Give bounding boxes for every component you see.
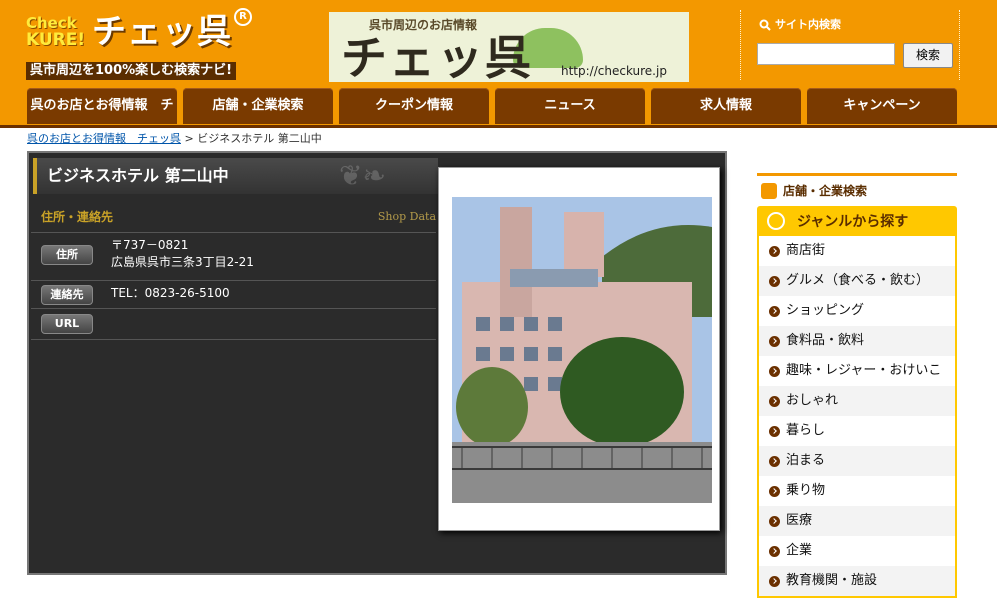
genre-item-label: おしゃれ: [786, 393, 839, 408]
phone-number[interactable]: TEL：0823-26-5100: [111, 286, 230, 301]
genre-item-label: 商店街: [786, 243, 826, 258]
genre-item-label: 乗り物: [786, 483, 826, 498]
banner-subtitle: 呉市周辺のお店情報: [369, 18, 478, 32]
contact-label: 連絡先: [41, 285, 93, 305]
sidebar-heading-text: 店舗・企業検索: [783, 184, 868, 198]
chevron-right-icon: [769, 575, 780, 587]
nav-tab-home[interactable]: 呉のお店とお得情報 チェッ呉: [27, 88, 177, 124]
postal-code: 〒737－0821: [111, 238, 189, 252]
breadcrumb-separator: >: [184, 132, 194, 145]
header-banner[interactable]: 呉市周辺のお店情報 チェッ呉 http://checkure.jp: [329, 12, 689, 82]
chevron-right-icon: [769, 395, 780, 407]
chevron-right-icon: [769, 545, 780, 557]
genre-list-box: ジャンルから探す 商店街グルメ（食べる・飲む） ショッピング 食料品・飲料趣味・レジ…: [757, 206, 957, 598]
sidebar-heading: 店舗・企業検索: [757, 176, 957, 206]
nav-tab-news[interactable]: ニュース: [495, 88, 645, 124]
genre-item-label: 食料品・飲料: [786, 333, 865, 348]
chevron-right-icon: [769, 515, 780, 527]
genre-item-label: 医療: [786, 513, 813, 528]
breadcrumb-current: ビジネスホテル 第二山中: [197, 132, 322, 145]
nav-tab-shop-search[interactable]: 店舗・企業検索: [183, 88, 333, 124]
search-icon: [759, 19, 771, 31]
genre-item[interactable]: 商店街: [759, 236, 955, 266]
breadcrumb: 呉のお店とお得情報 チェッ呉 > ビジネスホテル 第二山中: [27, 132, 322, 146]
contact-section-heading: 住所・連絡先 Shop Data: [41, 209, 436, 225]
search-label: サイト内検索: [759, 18, 841, 32]
logo-check-text: Check: [26, 14, 77, 32]
search-label-text: サイト内検索: [775, 18, 841, 31]
address-label: 住所: [41, 245, 93, 265]
nav-tab-jobs[interactable]: 求人情報: [651, 88, 801, 124]
site-logo[interactable]: Check KURE! チェッ呉 R 呉市周辺を100%楽しむ検索ナビ!: [26, 8, 252, 82]
chevron-right-icon: [769, 305, 780, 317]
genre-item-label: 泊まる: [786, 453, 826, 468]
floral-ornament-icon: ❦❧: [339, 159, 386, 192]
genre-item-label: 趣味・レジャー・おけいこ: [786, 363, 942, 378]
contact-section-title: 住所・連絡先: [41, 210, 114, 224]
shop-photo-frame: [438, 167, 720, 531]
nav-tab-coupon[interactable]: クーポン情報: [339, 88, 489, 124]
chevron-right-icon: [769, 425, 780, 437]
genre-item-label: 教育機関・施設: [786, 573, 878, 588]
genre-item[interactable]: 趣味・レジャー・おけいこ: [759, 356, 955, 386]
chevron-right-icon: [769, 245, 780, 257]
genre-list: 商店街グルメ（食べる・飲む） ショッピング 食料品・飲料趣味・レジャー・おけいこ おし…: [759, 236, 955, 596]
site-header: Check KURE! チェッ呉 R 呉市周辺を100%楽しむ検索ナビ! 呉市周…: [0, 0, 997, 88]
genre-item[interactable]: 医療: [759, 506, 955, 536]
genre-item[interactable]: グルメ（食べる・飲む）: [759, 266, 955, 296]
site-search: サイト内検索 検索: [740, 10, 960, 80]
search-button[interactable]: 検索: [903, 43, 953, 68]
genre-item-label: 暮らし: [786, 423, 826, 438]
genre-item[interactable]: ショッピング: [759, 296, 955, 326]
genre-item-label: グルメ（食べる・飲む）: [786, 273, 930, 288]
genre-item[interactable]: 暮らし: [759, 416, 955, 446]
logo-kure-text: KURE!: [26, 30, 86, 50]
genre-item-label: 企業: [786, 543, 813, 558]
shop-detail-panel: ビジネスホテル 第二山中 ❦❧ 住所・連絡先 Shop Data 住所 〒737…: [27, 151, 727, 575]
chevron-right-icon: [769, 455, 780, 467]
chevron-right-icon: [769, 365, 780, 377]
hotel-photo[interactable]: [452, 197, 712, 503]
nav-tab-campaign[interactable]: キャンペーン: [807, 88, 957, 124]
main-nav: 呉のお店とお得情報 チェッ呉 店舗・企業検索 クーポン情報 ニュース 求人情報 …: [0, 88, 997, 128]
sidebar: 店舗・企業検索 ジャンルから探す 商店街グルメ（食べる・飲む） ショッピング 食料品…: [757, 173, 957, 598]
banner-title: チェッ呉: [341, 31, 533, 82]
url-row: URL: [31, 308, 436, 340]
genre-item[interactable]: 泊まる: [759, 446, 955, 476]
shop-data-label: Shop Data: [377, 210, 436, 223]
logo-name: チェッ呉: [92, 12, 232, 52]
search-input[interactable]: [757, 43, 895, 65]
genre-item[interactable]: 企業: [759, 536, 955, 566]
genre-item[interactable]: 乗り物: [759, 476, 955, 506]
chevron-right-icon: [769, 335, 780, 347]
contact-row: 連絡先 TEL：0823-26-5100: [31, 280, 436, 309]
registered-mark: R: [234, 8, 252, 26]
address-text: 広島県呉市三条3丁目2-21: [111, 255, 254, 269]
genre-title: ジャンルから探す: [759, 208, 955, 236]
breadcrumb-home-link[interactable]: 呉のお店とお得情報 チェッ呉: [27, 132, 181, 145]
genre-item[interactable]: おしゃれ: [759, 386, 955, 416]
genre-item[interactable]: 食料品・飲料: [759, 326, 955, 356]
banner-url: http://checkure.jp: [561, 64, 667, 78]
url-label: URL: [41, 314, 93, 334]
chevron-right-icon: [769, 485, 780, 497]
logo-tagline: 呉市周辺を100%楽しむ検索ナビ!: [26, 62, 237, 80]
genre-item[interactable]: 教育機関・施設: [759, 566, 955, 596]
chevron-right-icon: [769, 275, 780, 287]
address-row: 住所 〒737－0821 広島県呉市三条3丁目2-21: [31, 232, 436, 281]
search-icon: [761, 183, 777, 199]
genre-item-label: ショッピング: [786, 303, 865, 318]
